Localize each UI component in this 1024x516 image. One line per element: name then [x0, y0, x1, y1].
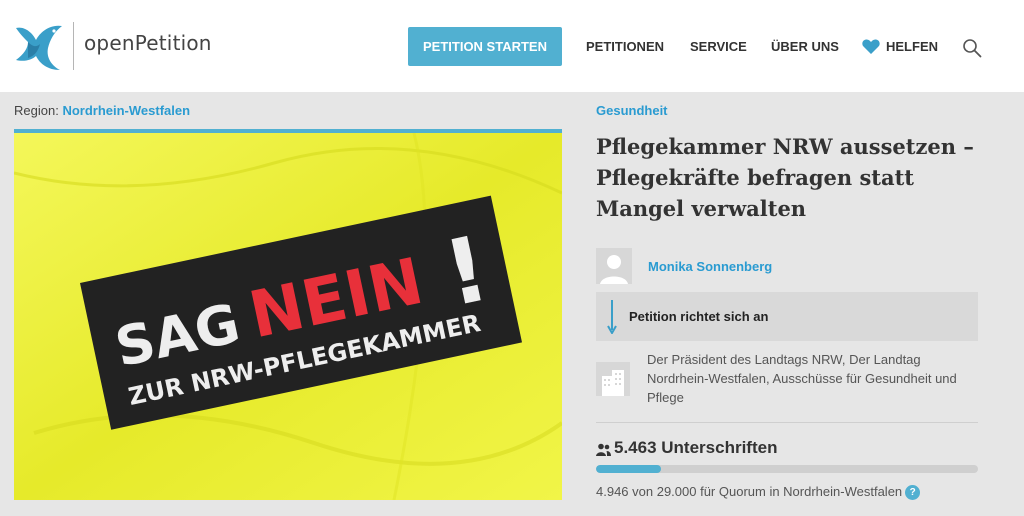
region-line: Region: Nordrhein-Westfalen	[14, 103, 190, 118]
addressee-label: Petition richtet sich an	[629, 309, 769, 324]
heart-icon	[862, 39, 880, 54]
region-link[interactable]: Nordrhein-Westfalen	[62, 103, 190, 118]
petition-title: Pflegekammer NRW aussetzen – Pflegekräft…	[596, 134, 974, 221]
petition-image: SAG NEIN ! ZUR NRW-PFLEGEKAMMER	[14, 129, 562, 500]
help-icon[interactable]: ?	[905, 485, 921, 500]
divider	[596, 422, 978, 423]
search-icon[interactable]	[962, 38, 982, 58]
start-petition-button[interactable]: PETITION STARTEN	[408, 27, 562, 66]
user-avatar-icon	[596, 248, 632, 284]
dove-logo-icon[interactable]	[14, 18, 64, 72]
nav-help[interactable]: HELFEN	[886, 39, 938, 54]
arrow-down-icon	[607, 300, 617, 334]
banner-photo: SAG NEIN ! ZUR NRW-PFLEGEKAMMER	[14, 133, 562, 500]
quorum-text: 4.946 von 29.000 für Quorum in Nordrhein…	[596, 484, 903, 499]
author-name[interactable]: Monika Sonnenberg	[648, 259, 772, 274]
building-icon	[596, 362, 630, 396]
nav-petitions[interactable]: PETITIONEN	[586, 39, 664, 54]
region-label: Region:	[14, 103, 59, 118]
petition-category[interactable]: Gesundheit	[596, 103, 668, 118]
quorum-line: 4.946 von 29.000 für Quorum in Nordrhein…	[596, 484, 921, 500]
people-icon	[596, 443, 611, 456]
addressee-box: Petition richtet sich an	[596, 292, 978, 341]
nav-about-us[interactable]: ÜBER UNS	[771, 39, 839, 54]
site-header: openPetition PETITION STARTEN PETITIONEN…	[0, 0, 1024, 92]
logo-text[interactable]: openPetition	[84, 31, 212, 55]
petition-recipients: Der Präsident des Landtags NRW, Der Land…	[647, 352, 957, 405]
logo-divider	[73, 22, 74, 70]
signature-progress-fill	[596, 465, 661, 473]
signature-progress-bar	[596, 465, 978, 473]
signature-count: 5.463 Unterschriften	[614, 438, 778, 457]
nav-service[interactable]: SERVICE	[690, 39, 747, 54]
